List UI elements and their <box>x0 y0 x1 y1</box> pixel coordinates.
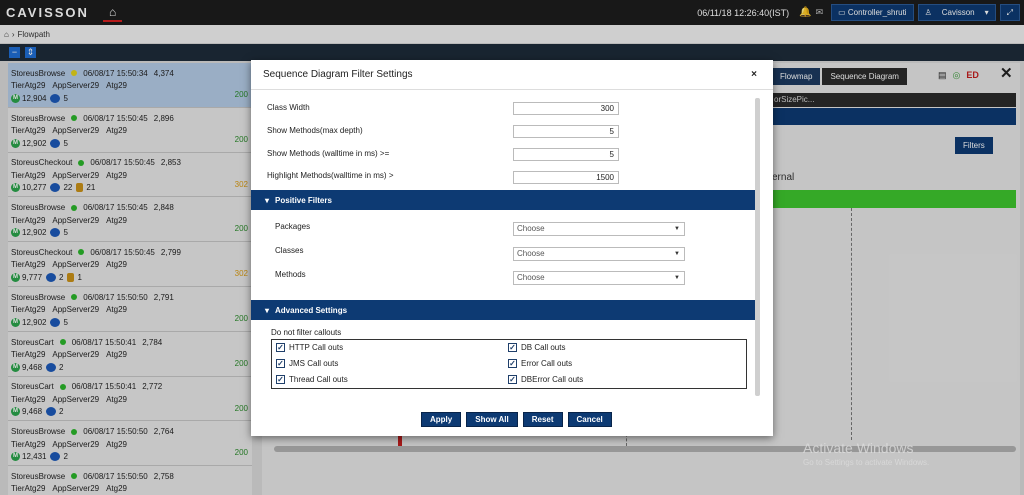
packages-select[interactable]: Choose ▼ <box>513 222 685 236</box>
reset-button[interactable]: Reset <box>522 412 563 427</box>
dialog-actions: Apply Show All Reset Cancel <box>421 412 612 427</box>
dialog-scrollbar[interactable] <box>755 98 760 396</box>
db-callouts-checkbox[interactable]: ✓ DB Call outs <box>508 343 565 352</box>
methods-select[interactable]: Choose ▼ <box>513 271 685 285</box>
dialog-body: Class Width 300 Show Methods(max depth) … <box>251 96 757 396</box>
show-methods-depth-label: Show Methods(max depth) <box>267 126 363 135</box>
http-callouts-checkbox[interactable]: ✓ HTTP Call outs <box>276 343 343 352</box>
classes-label: Classes <box>275 246 304 255</box>
checkmark-icon: ✓ <box>276 343 285 352</box>
caret-down-icon: ▾ <box>265 305 270 315</box>
thread-callouts-checkbox[interactable]: ✓ Thread Call outs <box>276 375 348 384</box>
highlight-methods-input[interactable]: 1500 <box>513 171 619 184</box>
highlight-methods-label: Highlight Methods(walltime in ms) > <box>267 171 394 180</box>
chevron-down-icon: ▼ <box>674 275 680 281</box>
checkmark-icon: ✓ <box>508 343 517 352</box>
checkmark-icon: ✓ <box>508 375 517 384</box>
class-width-label: Class Width <box>267 103 310 112</box>
classes-select[interactable]: Choose ▼ <box>513 247 685 261</box>
show-methods-walltime-label: Show Methods (walltime in ms) >= <box>267 149 390 158</box>
callouts-group: ✓ HTTP Call outs ✓ DB Call outs ✓ JMS Call … <box>271 339 747 389</box>
cancel-button[interactable]: Cancel <box>567 412 612 427</box>
chevron-down-icon: ▼ <box>674 251 680 257</box>
dialog-header: Sequence Diagram Filter Settings <box>251 60 773 90</box>
dialog-title: Sequence Diagram Filter Settings <box>263 69 413 80</box>
checkmark-icon: ✓ <box>276 359 285 368</box>
error-callouts-checkbox[interactable]: ✓ Error Call outs <box>508 359 572 368</box>
positive-filters-header[interactable]: ▾ Positive Filters <box>251 190 755 210</box>
packages-label: Packages <box>275 222 311 231</box>
filter-settings-dialog: Sequence Diagram Filter Settings × Class… <box>251 60 773 436</box>
caret-down-icon: ▾ <box>265 195 270 205</box>
apply-button[interactable]: Apply <box>421 412 462 427</box>
callouts-title: Do not filter callouts <box>271 328 342 337</box>
dialog-close-button[interactable]: × <box>751 69 757 80</box>
chevron-down-icon: ▼ <box>674 226 680 232</box>
show-methods-walltime-input[interactable]: 5 <box>513 148 619 161</box>
show-methods-depth-input[interactable]: 5 <box>513 125 619 138</box>
methods-label: Methods <box>275 270 306 279</box>
checkmark-icon: ✓ <box>508 359 517 368</box>
dberror-callouts-checkbox[interactable]: ✓ DBError Call outs <box>508 375 583 384</box>
advanced-settings-header[interactable]: ▾ Advanced Settings <box>251 300 755 320</box>
checkmark-icon: ✓ <box>276 375 285 384</box>
class-width-input[interactable]: 300 <box>513 102 619 115</box>
jms-callouts-checkbox[interactable]: ✓ JMS Call outs <box>276 359 338 368</box>
show-all-button[interactable]: Show All <box>466 412 518 427</box>
